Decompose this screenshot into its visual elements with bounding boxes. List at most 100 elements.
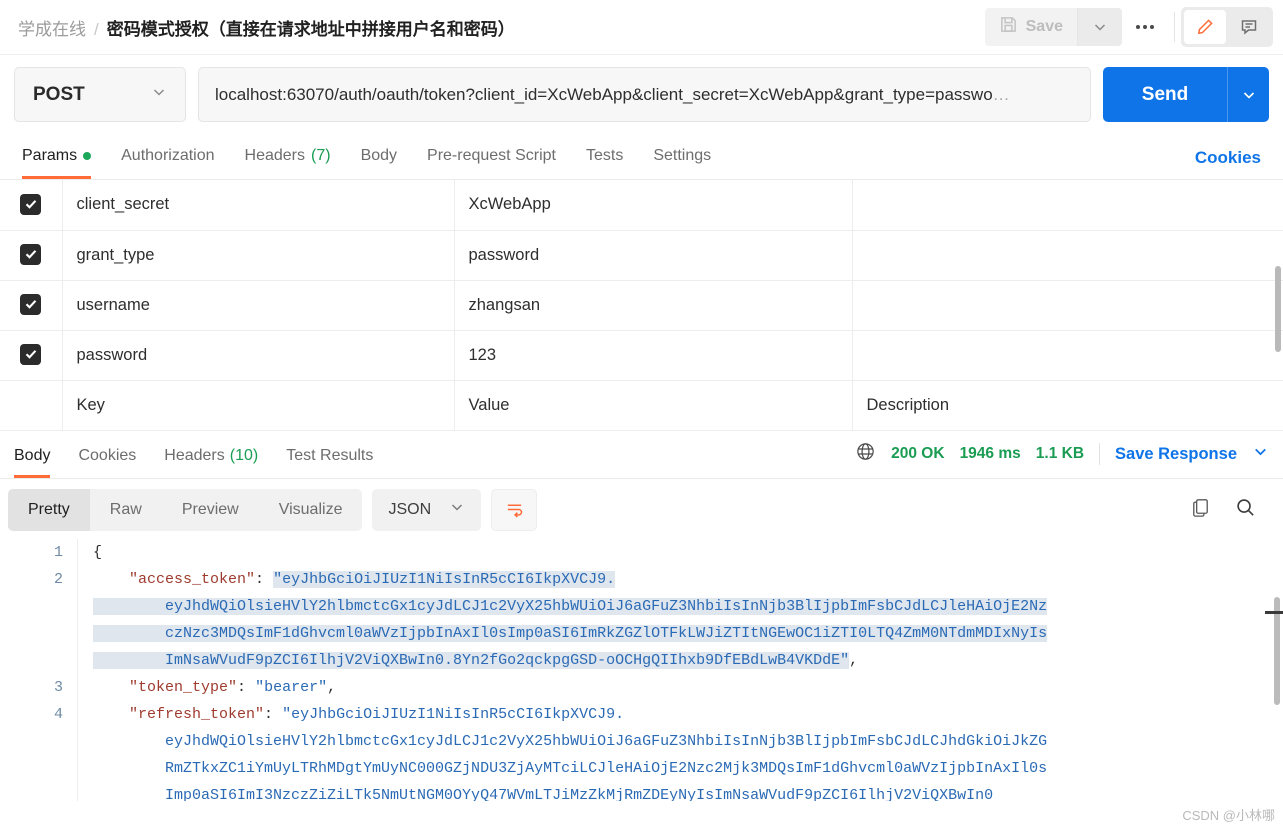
tab-settings-label: Settings	[653, 147, 712, 164]
response-json-code[interactable]: { "access_token": "eyJhbGciOiJIUzI1NiIsI…	[79, 539, 1283, 801]
params-scrollbar[interactable]	[1275, 266, 1281, 352]
tab-params[interactable]: Params	[22, 147, 92, 179]
checkbox-checked-icon[interactable]	[20, 243, 42, 265]
row-checkbox-cell[interactable]	[0, 330, 63, 381]
table-row[interactable]: username zhangsan	[0, 280, 1283, 331]
more-options-button[interactable]	[1122, 8, 1168, 46]
search-icon[interactable]	[1234, 496, 1257, 524]
line-number	[0, 620, 63, 647]
send-button-group: Send	[1103, 67, 1269, 122]
response-body-viewer[interactable]: 1 2 3 4 { "access_token": "eyJhbGciOiJIU…	[0, 538, 1283, 801]
code-token: "eyJhbGciOiJIUzI1NiIsInR5cCI6IkpXVCJ9.	[273, 570, 616, 588]
code-token: ,	[849, 651, 859, 669]
code-token: ImNsaWVudF9pZCI6IlhjV2ViQXBwIn0.8Yn2fGo2…	[93, 651, 850, 669]
param-description[interactable]	[852, 230, 1283, 281]
http-method-select[interactable]: POST	[14, 67, 186, 122]
param-value[interactable]: password	[454, 230, 853, 281]
tab-authorization-label: Authorization	[121, 147, 215, 164]
table-row[interactable]: client_secret XcWebApp	[0, 180, 1283, 231]
request-url-input[interactable]: localhost:63070/auth/oauth/token?client_…	[198, 67, 1091, 122]
table-row[interactable]: grant_type password	[0, 230, 1283, 281]
save-button-label: Save	[1025, 18, 1063, 35]
code-line: "refresh_token": "eyJhbGciOiJIUzI1NiIsIn…	[93, 701, 1283, 728]
edit-request-button[interactable]	[1184, 10, 1226, 44]
meta-divider	[1099, 443, 1101, 465]
watermark: CSDN @小林哪	[1182, 808, 1275, 823]
request-tabs: Params Authorization Headers (7) Body Pr…	[0, 136, 1283, 180]
line-number: 3	[53, 678, 63, 696]
code-token: :	[264, 705, 283, 723]
checkbox-checked-icon[interactable]	[20, 293, 42, 315]
response-tab-headers-count: (10)	[229, 446, 259, 464]
globe-icon	[855, 441, 876, 467]
copy-icon[interactable]	[1189, 496, 1212, 524]
row-checkbox-cell[interactable]	[0, 180, 63, 231]
code-token: ,	[327, 678, 337, 696]
param-key-placeholder[interactable]: Key	[62, 380, 455, 431]
save-response-button[interactable]: Save Response	[1115, 445, 1237, 464]
response-meta: 200 OK 1946 ms 1.1 KB Save Response	[855, 441, 1269, 467]
view-mode-visualize[interactable]: Visualize	[259, 489, 363, 531]
checkbox-checked-icon[interactable]	[20, 193, 42, 215]
line-number	[0, 755, 63, 782]
response-language-select[interactable]: JSON	[372, 488, 482, 531]
param-value-placeholder[interactable]: Value	[454, 380, 853, 431]
send-button[interactable]: Send	[1103, 67, 1227, 122]
tab-pre-request-script[interactable]: Pre-request Script	[427, 147, 556, 179]
code-token: "access_token"	[129, 570, 256, 588]
code-token: Imp0aSI6ImI3NzczZiZiLTk5NmUtNGM0OYyQ47WV…	[93, 786, 994, 801]
tab-authorization[interactable]: Authorization	[121, 147, 214, 179]
comments-button[interactable]	[1228, 10, 1270, 44]
response-tab-body[interactable]: Body	[14, 447, 51, 478]
tab-headers-label: Headers	[244, 147, 305, 164]
param-value[interactable]: 123	[454, 330, 853, 381]
wrap-lines-button[interactable]	[491, 488, 538, 531]
table-row-empty[interactable]: Key Value Description	[0, 380, 1283, 431]
param-description[interactable]	[852, 180, 1283, 231]
param-key[interactable]: username	[62, 280, 455, 331]
row-checkbox-cell[interactable]	[0, 280, 63, 331]
row-checkbox-cell-empty[interactable]	[0, 380, 63, 431]
breadcrumb-collection[interactable]: 学成在线	[18, 15, 86, 40]
code-token: "token_type"	[129, 678, 238, 696]
save-response-caret-icon[interactable]	[1252, 443, 1269, 465]
page-title: 密码模式授权（直接在请求地址中拼接用户名和密码）	[106, 19, 515, 39]
tab-tests[interactable]: Tests	[586, 147, 623, 179]
checkbox-checked-icon[interactable]	[20, 343, 42, 365]
save-dropdown-button[interactable]	[1078, 8, 1122, 46]
response-tab-headers-label: Headers	[164, 446, 225, 464]
response-format-bar: Pretty Raw Preview Visualize JSON	[0, 479, 1283, 539]
param-key[interactable]: grant_type	[62, 230, 455, 281]
view-mode-pretty[interactable]: Pretty	[8, 488, 90, 531]
tab-settings[interactable]: Settings	[653, 147, 711, 179]
save-button[interactable]: Save	[984, 8, 1078, 46]
line-number	[0, 782, 63, 801]
tab-body[interactable]: Body	[361, 147, 397, 179]
table-row[interactable]: password 123	[0, 330, 1283, 381]
param-description[interactable]	[852, 280, 1283, 331]
send-dropdown-button[interactable]	[1227, 67, 1269, 122]
response-tab-headers[interactable]: Headers (10)	[164, 447, 258, 478]
param-key[interactable]: password	[62, 330, 455, 381]
param-value[interactable]: zhangsan	[454, 280, 853, 331]
code-line: "token_type": "bearer",	[93, 674, 1283, 701]
cookies-link[interactable]: Cookies	[1195, 148, 1261, 179]
response-tab-cookies-label: Cookies	[78, 446, 137, 464]
response-tab-cookies[interactable]: Cookies	[78, 447, 136, 478]
view-mode-raw[interactable]: Raw	[90, 489, 162, 531]
code-line: eyJhdWQiOlsieHVlY2hlbmctcGx1cyJdLCJ1c2Vy…	[93, 728, 1283, 755]
breadcrumb-separator: /	[94, 19, 99, 39]
param-key[interactable]: client_secret	[62, 180, 455, 231]
response-tabs: Body Cookies Headers (10) Test Results	[14, 431, 373, 478]
view-mode-preview[interactable]: Preview	[162, 489, 259, 531]
response-tab-test-results[interactable]: Test Results	[286, 447, 373, 478]
request-url-ellipsis: …	[992, 84, 1010, 104]
tab-body-label: Body	[360, 147, 398, 164]
tab-headers[interactable]: Headers (7)	[245, 147, 331, 179]
param-value[interactable]: XcWebApp	[454, 180, 853, 231]
param-description-placeholder[interactable]: Description	[852, 380, 1283, 431]
param-description[interactable]	[852, 330, 1283, 381]
view-toggle-group	[1181, 7, 1273, 47]
row-checkbox-cell[interactable]	[0, 230, 63, 281]
